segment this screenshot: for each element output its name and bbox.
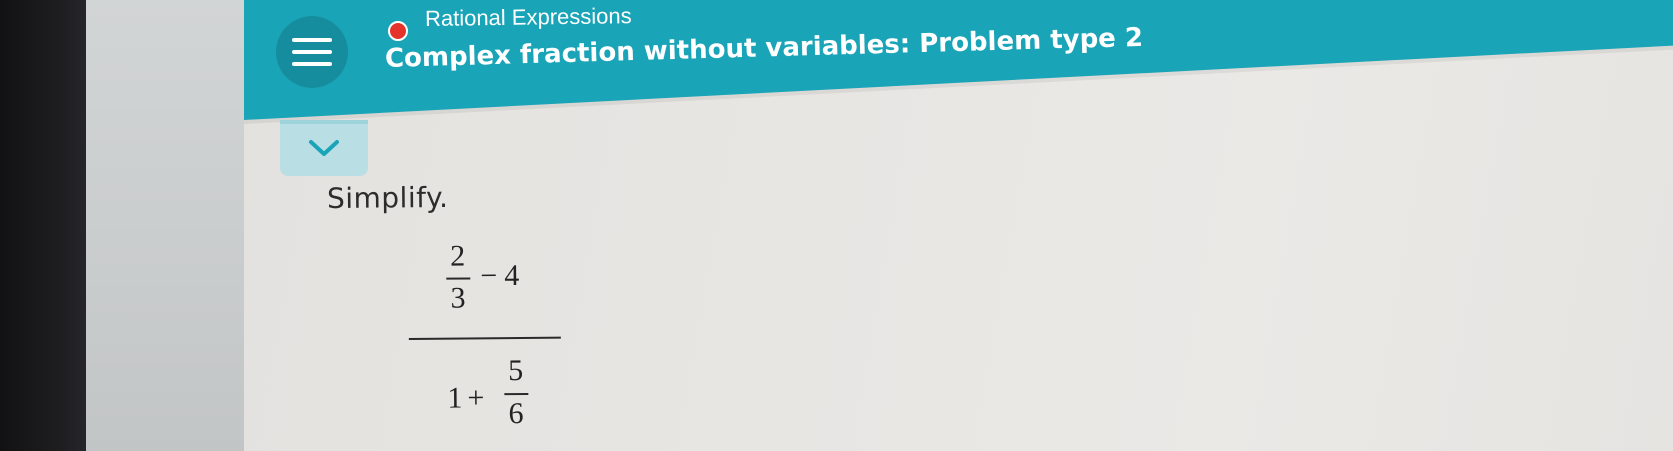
chevron-down-icon xyxy=(309,140,339,156)
numerator-fraction-bar xyxy=(446,277,471,280)
hamburger-menu-icon-bar xyxy=(292,62,332,66)
denominator-fraction-numerator: 5 xyxy=(507,354,524,388)
complex-fraction: 2 3 − 4 1 + 5 6 xyxy=(408,240,590,442)
numerator-fraction-denominator: 3 xyxy=(450,281,466,315)
numerator-term: 4 xyxy=(504,259,520,293)
denominator-operator: + xyxy=(467,381,485,415)
monitor-bezel xyxy=(0,0,86,451)
hamburger-menu-icon-bar xyxy=(292,50,332,54)
left-gutter xyxy=(86,0,244,451)
numerator-operator: − xyxy=(480,259,498,293)
numerator-fraction-numerator: 2 xyxy=(449,239,466,273)
denominator-term: 1 xyxy=(447,381,463,415)
status-dot-icon xyxy=(388,21,408,41)
menu-button[interactable] xyxy=(276,16,348,88)
screen: Rational Expressions Complex fraction wi… xyxy=(0,0,1673,451)
topic-label: Rational Expressions xyxy=(424,3,632,31)
hamburger-menu-icon xyxy=(292,38,332,42)
main-fraction-bar xyxy=(408,336,561,340)
denominator-fraction-denominator: 6 xyxy=(508,396,524,431)
instruction-text: Simplify. xyxy=(326,180,449,215)
denominator-fraction-bar xyxy=(504,392,529,396)
collapse-toggle-button[interactable] xyxy=(280,120,368,176)
